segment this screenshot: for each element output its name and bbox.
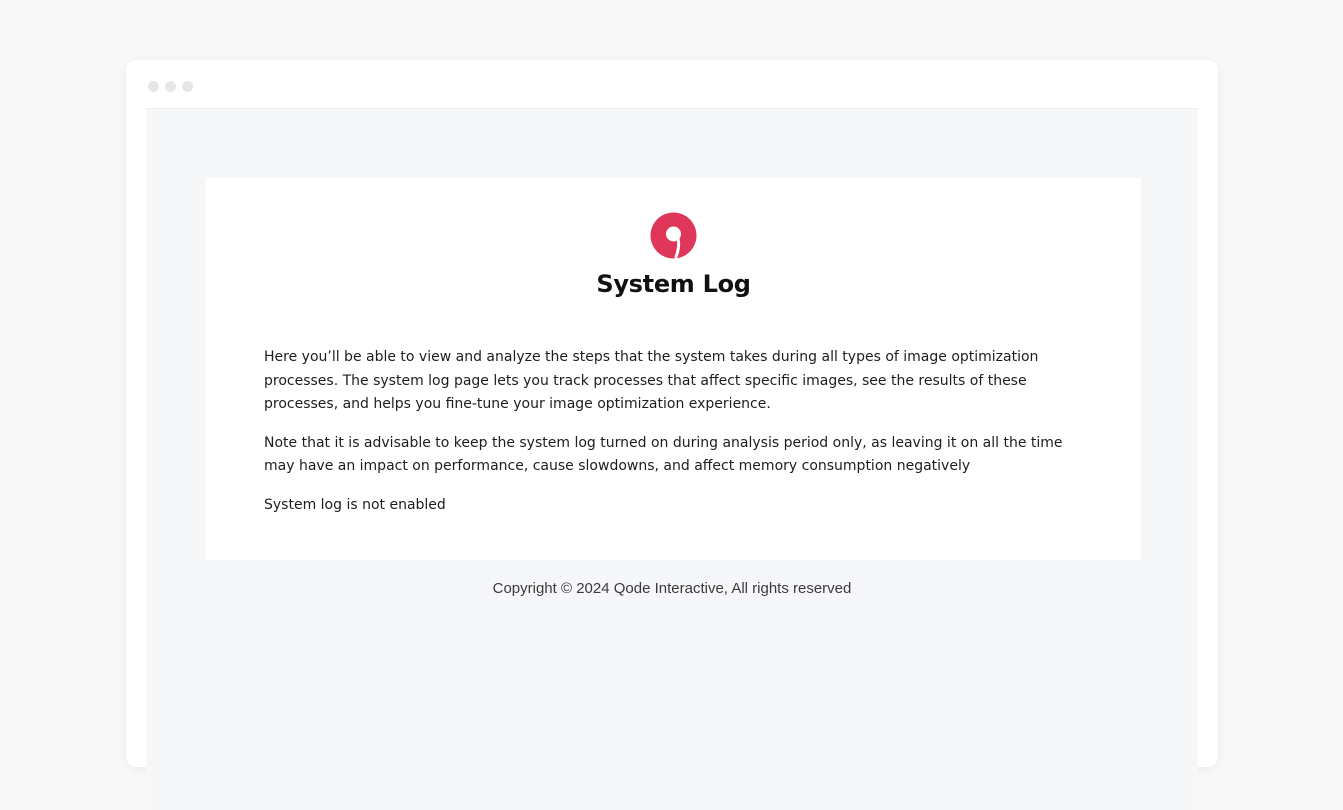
window-dot-minimize[interactable] xyxy=(165,81,176,92)
window-dot-close[interactable] xyxy=(148,81,159,92)
note-paragraph: Note that it is advisable to keep the sy… xyxy=(264,434,1063,475)
window-dot-maximize[interactable] xyxy=(182,81,193,92)
intro-paragraph: Here you’ll be able to view and analyze … xyxy=(264,349,1039,412)
page-viewport: System Log Here you’ll be able to view a… xyxy=(146,108,1198,810)
qode-logo-icon xyxy=(650,212,697,259)
description: Here you’ll be able to view and analyze … xyxy=(264,346,1064,532)
copyright-footer: Copyright © 2024 Qode Interactive, All r… xyxy=(492,580,852,597)
status-text: System log is not enabled xyxy=(264,496,446,513)
system-log-card: System Log Here you’ll be able to view a… xyxy=(206,178,1141,560)
window-controls xyxy=(148,81,193,92)
page-title: System Log xyxy=(596,270,751,298)
